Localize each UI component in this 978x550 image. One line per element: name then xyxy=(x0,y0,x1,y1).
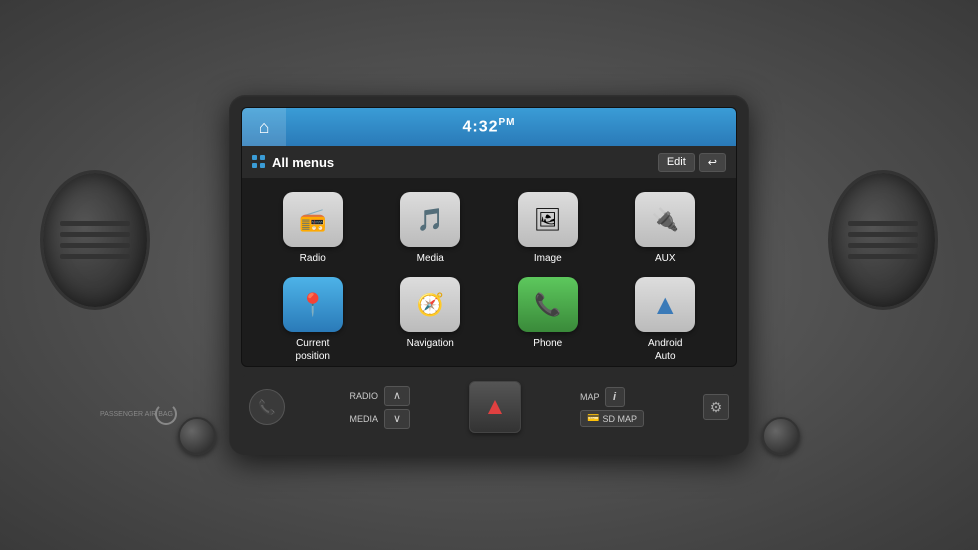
radio-row: RADIO ∧ xyxy=(344,386,410,406)
screen-subheader: All menus Edit ↩ xyxy=(242,146,736,178)
current-position-label: Currentposition xyxy=(296,337,330,363)
head-unit: ⌂ 4:32PM All menus E xyxy=(229,95,749,455)
vent-slat xyxy=(60,243,130,248)
image-label: Image xyxy=(534,252,562,265)
app-radio[interactable]: 📻 Radio xyxy=(260,192,366,265)
home-button[interactable]: ⌂ xyxy=(242,108,286,146)
power-icon xyxy=(155,403,177,425)
grid-dot xyxy=(252,155,257,160)
radio-label: RADIO xyxy=(344,391,378,401)
app-grid: 📻 Radio 🎵 Media 🖼 Image 🔌 AUX 📍 xyxy=(242,178,736,367)
vent-slat xyxy=(848,221,918,226)
vent-slat xyxy=(60,254,130,259)
map-info-button[interactable]: i xyxy=(605,387,625,407)
aux-label: AUX xyxy=(655,252,676,265)
time-display: 4:32PM xyxy=(462,117,515,136)
hazard-icon: ▲ xyxy=(483,393,507,421)
vent-slat xyxy=(60,221,130,226)
grid-dot xyxy=(252,163,257,168)
vent-slat xyxy=(848,243,918,248)
gear-icon: ⚙ xyxy=(710,399,723,416)
settings-button[interactable]: ⚙ xyxy=(703,394,729,420)
all-menus-label: All menus xyxy=(252,155,334,170)
edit-button[interactable]: Edit xyxy=(658,153,695,172)
sd-map-button[interactable]: 💳 SD MAP xyxy=(580,410,644,427)
right-vent xyxy=(828,170,938,310)
right-knob[interactable] xyxy=(762,417,800,455)
android-auto-label: AndroidAuto xyxy=(648,337,682,363)
vent-slat xyxy=(60,232,130,237)
aux-icon: 🔌 xyxy=(635,192,695,247)
vent-slat xyxy=(848,232,918,237)
media-label: MEDIA xyxy=(344,414,378,424)
call-button[interactable]: 📞 xyxy=(249,389,285,425)
current-position-icon: 📍 xyxy=(283,277,343,332)
back-button[interactable]: ↩ xyxy=(699,153,726,172)
grid-dot xyxy=(260,155,265,160)
grid-icon xyxy=(252,155,266,169)
subheader-buttons: Edit ↩ xyxy=(658,153,726,172)
media-down-button[interactable]: ∨ xyxy=(384,409,410,429)
map-controls: MAP i 💳 SD MAP xyxy=(580,387,644,427)
all-menus-text: All menus xyxy=(272,155,334,170)
app-image[interactable]: 🖼 Image xyxy=(495,192,601,265)
phone-icon: 📞 xyxy=(518,277,578,332)
phone-label: Phone xyxy=(533,337,562,350)
sd-map-label: SD MAP xyxy=(602,414,637,424)
time-suffix: PM xyxy=(499,117,516,128)
navigation-label: Navigation xyxy=(407,337,454,350)
home-icon: ⌂ xyxy=(259,117,270,138)
hazard-button[interactable]: ▲ xyxy=(469,381,521,433)
screen-header: ⌂ 4:32PM xyxy=(242,108,736,146)
app-phone[interactable]: 📞 Phone xyxy=(495,277,601,363)
radio-media-controls: RADIO ∧ MEDIA ∨ xyxy=(344,386,410,429)
media-label: Media xyxy=(417,252,444,265)
android-auto-icon: ▲ xyxy=(635,277,695,332)
map-label-text: MAP xyxy=(580,392,600,402)
navigation-icon: 🧭 xyxy=(400,277,460,332)
time-value: 4:32 xyxy=(462,119,498,136)
sd-icon: 💳 xyxy=(587,413,599,424)
control-bar: 📞 RADIO ∧ MEDIA ∨ ▲ MAP i xyxy=(241,375,737,439)
radio-up-button[interactable]: ∧ xyxy=(384,386,410,406)
left-vent xyxy=(40,170,150,310)
app-aux[interactable]: 🔌 AUX xyxy=(613,192,719,265)
app-media[interactable]: 🎵 Media xyxy=(378,192,484,265)
infotainment-screen: ⌂ 4:32PM All menus E xyxy=(241,107,737,367)
image-icon: 🖼 xyxy=(518,192,578,247)
radio-icon: 📻 xyxy=(283,192,343,247)
media-icon: 🎵 xyxy=(400,192,460,247)
app-navigation[interactable]: 🧭 Navigation xyxy=(378,277,484,363)
left-knob[interactable] xyxy=(178,417,216,455)
map-row: MAP i xyxy=(580,387,644,407)
app-android-auto[interactable]: ▲ AndroidAuto xyxy=(613,277,719,363)
app-current-position[interactable]: 📍 Currentposition xyxy=(260,277,366,363)
radio-label: Radio xyxy=(300,252,326,265)
dashboard: PASSENGER AIR BAG ⌂ 4:32PM xyxy=(0,0,978,550)
media-row: MEDIA ∨ xyxy=(344,409,410,429)
grid-dot xyxy=(260,163,265,168)
vent-slat xyxy=(848,254,918,259)
sd-map-row: 💳 SD MAP xyxy=(580,410,644,427)
